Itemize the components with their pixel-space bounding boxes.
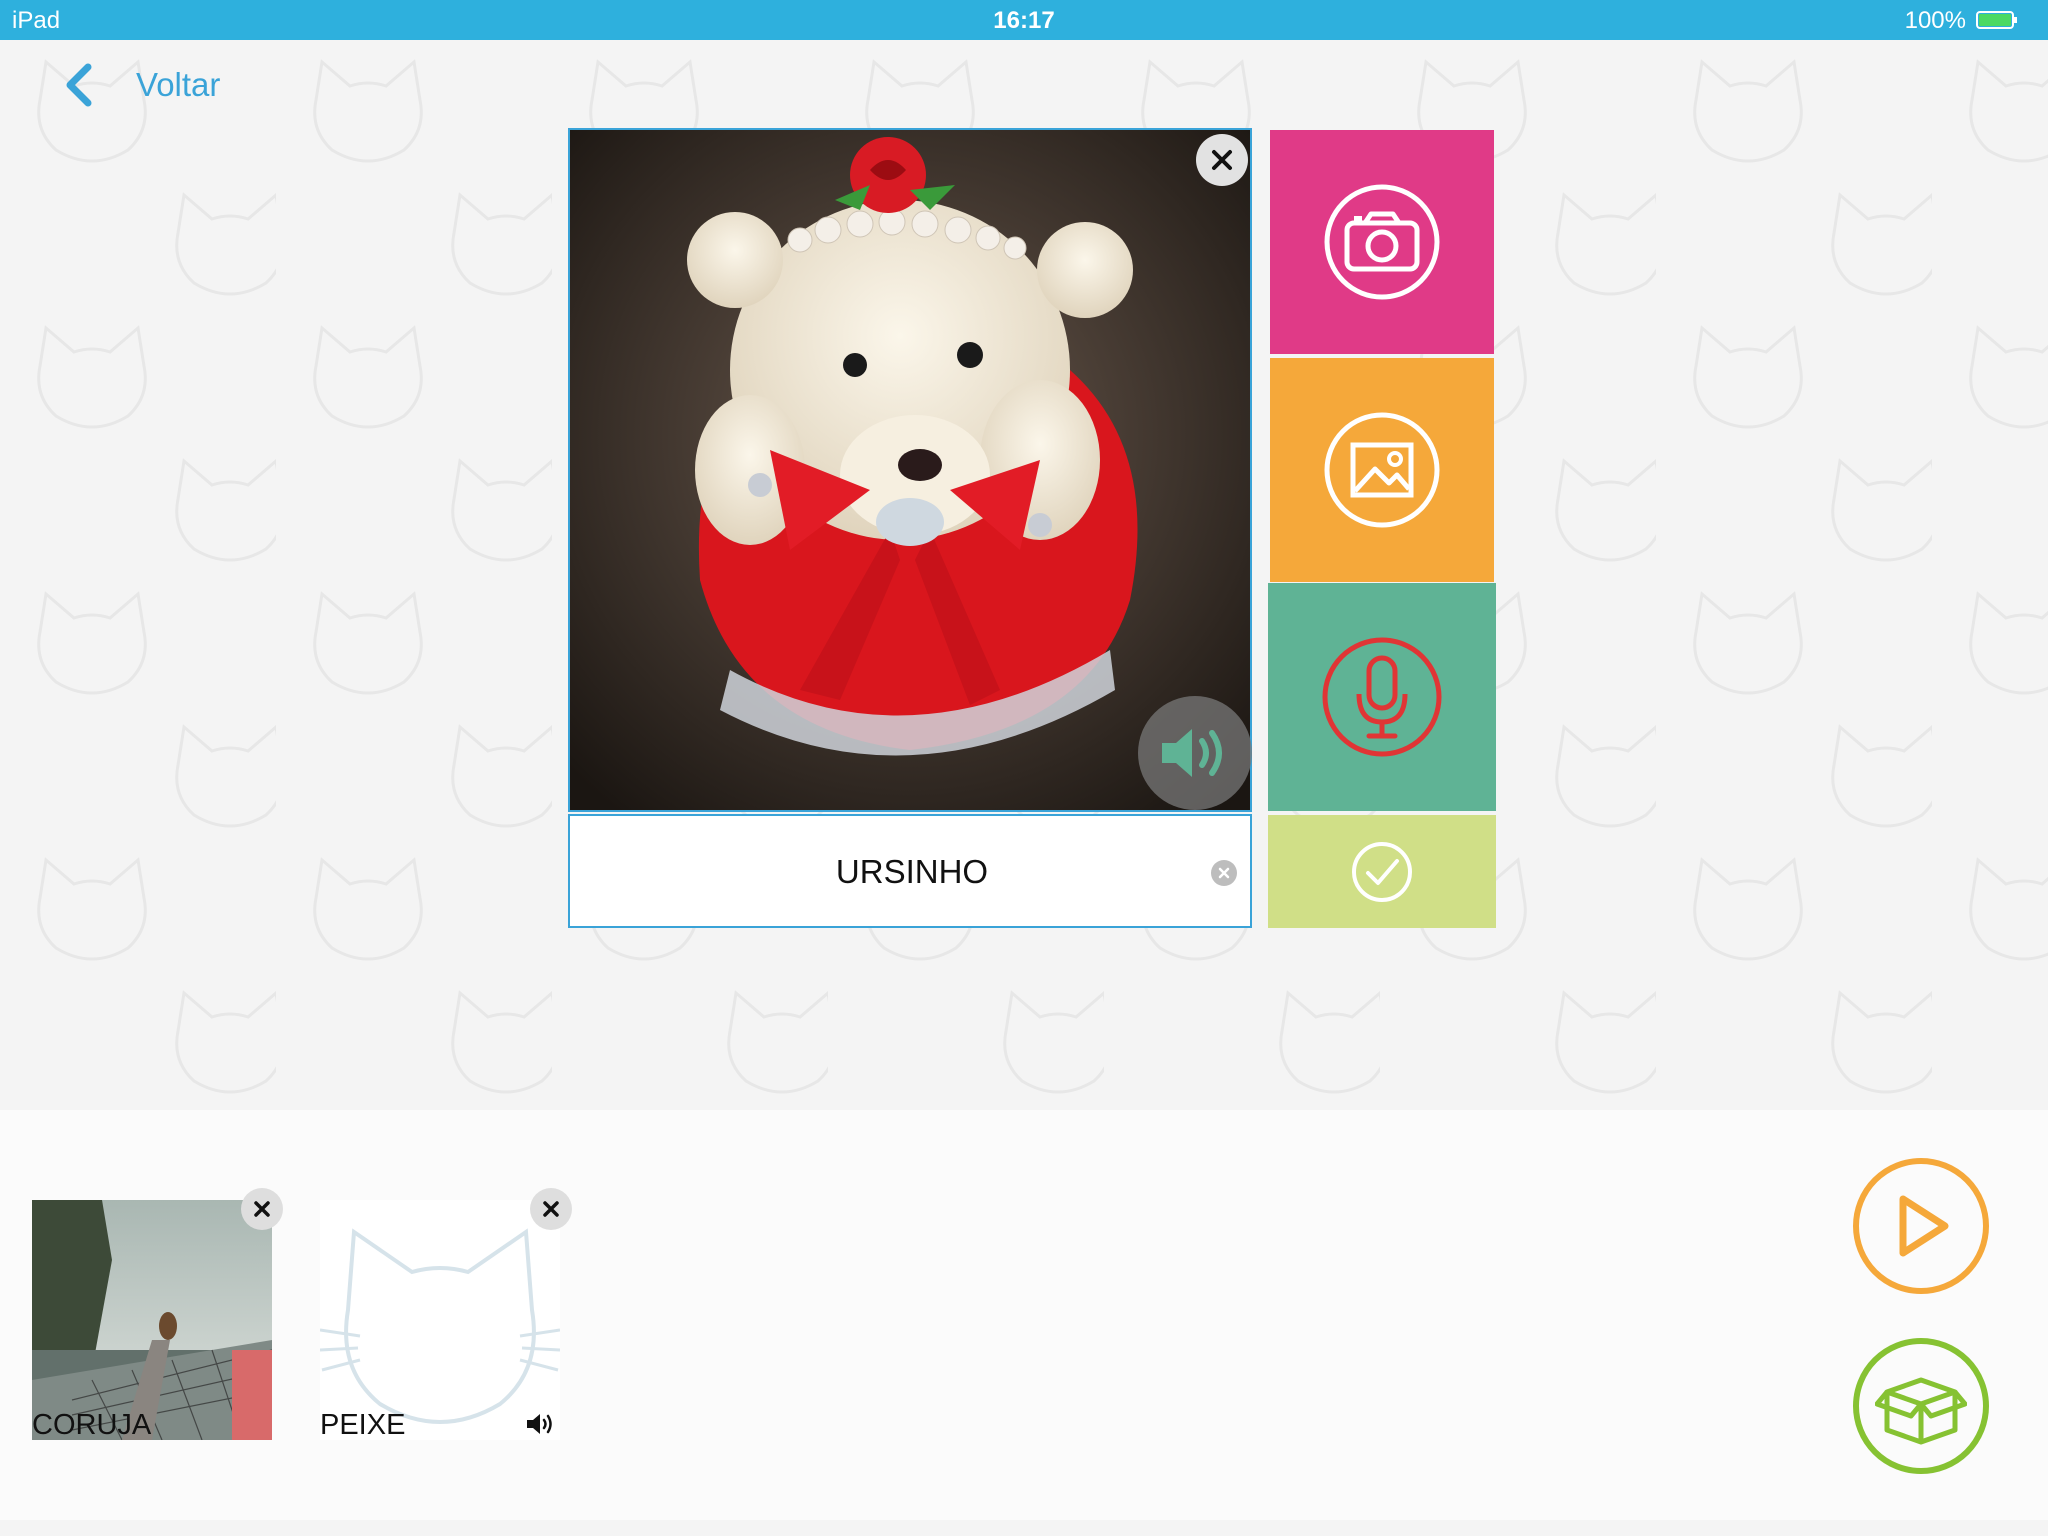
teddy-bear-photo bbox=[570, 130, 1250, 810]
chevron-left-icon bbox=[66, 63, 92, 107]
camera-icon bbox=[1324, 184, 1440, 300]
speaker-icon[interactable] bbox=[526, 1412, 554, 1436]
record-audio-button[interactable] bbox=[1268, 583, 1496, 811]
word-input[interactable] bbox=[570, 816, 1254, 928]
clear-icon bbox=[1218, 867, 1230, 879]
microphone-icon bbox=[1322, 637, 1442, 757]
close-icon bbox=[254, 1201, 270, 1217]
owl-photo bbox=[32, 1200, 273, 1441]
close-icon bbox=[543, 1201, 559, 1217]
box-icon bbox=[1875, 1377, 1967, 1445]
play-button[interactable] bbox=[1853, 1158, 1989, 1294]
remove-photo-button[interactable] bbox=[1196, 134, 1248, 186]
word-card-coruja[interactable]: CORUJA bbox=[32, 1200, 273, 1441]
remove-card-button[interactable] bbox=[241, 1188, 283, 1230]
camera-button[interactable] bbox=[1270, 130, 1494, 354]
cat-placeholder-icon bbox=[319, 1228, 561, 1424]
package-button[interactable] bbox=[1853, 1338, 1989, 1474]
close-icon bbox=[1212, 150, 1232, 170]
speaker-icon bbox=[1162, 729, 1222, 777]
battery-icon bbox=[1976, 11, 2017, 29]
confirm-button[interactable] bbox=[1268, 815, 1496, 928]
back-label: Voltar bbox=[136, 66, 221, 103]
remove-card-button[interactable] bbox=[530, 1188, 572, 1230]
clock: 16:17 bbox=[993, 7, 1055, 34]
play-icon bbox=[1899, 1195, 1949, 1257]
image-icon bbox=[1324, 412, 1440, 528]
back-button[interactable]: Voltar bbox=[62, 60, 220, 110]
card-label: CORUJA bbox=[32, 1409, 152, 1441]
photo-card[interactable] bbox=[568, 128, 1252, 812]
word-field-container bbox=[568, 814, 1254, 928]
gallery-button[interactable] bbox=[1270, 358, 1494, 582]
play-sound-button[interactable] bbox=[1138, 696, 1252, 810]
word-tray bbox=[0, 1110, 2048, 1520]
word-card-peixe[interactable]: PEIXE bbox=[319, 1200, 561, 1441]
card-label: PEIXE bbox=[320, 1409, 406, 1441]
check-icon bbox=[1352, 841, 1412, 902]
clear-text-button[interactable] bbox=[1211, 860, 1237, 886]
status-bar: iPad 16:17 100% bbox=[0, 0, 2048, 40]
battery-percentage: 100% bbox=[1904, 7, 1966, 34]
